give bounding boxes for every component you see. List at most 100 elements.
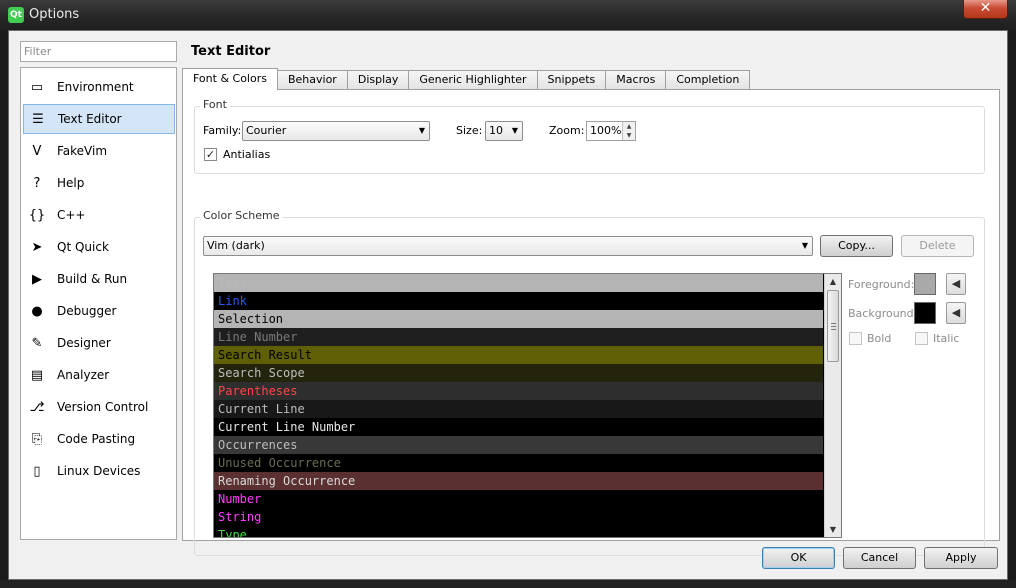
sidebar-item-fakevim[interactable]: V FakeVim (23, 136, 175, 166)
scroll-up-icon[interactable]: ▲ (825, 274, 841, 289)
sidebar-item-label: Linux Devices (57, 464, 141, 478)
sidebar-item-label: Code Pasting (57, 432, 136, 446)
scheme-item[interactable]: Search Result (214, 346, 823, 364)
scheme-item[interactable]: Unused Occurrence (214, 454, 823, 472)
grip-icon (831, 323, 836, 330)
bold-checkbox[interactable] (849, 332, 862, 345)
sidebar-item-debugger[interactable]: ● Debugger (23, 296, 175, 326)
copy-button[interactable]: Copy... (820, 235, 893, 257)
background-label: Background: (848, 307, 918, 320)
scheme-item[interactable]: Current Line Number (214, 418, 823, 436)
options-dialog: Filter ▭ Environment ☰ Text Editor V FakeVim?… (8, 30, 1008, 580)
erase-background-icon[interactable]: ◀ (946, 302, 966, 324)
size-label: Size: (456, 124, 483, 137)
sidebar-item-environment[interactable]: ▭ Environment (23, 72, 175, 102)
sidebar-item-version-control[interactable]: ⎇ Version Control (23, 392, 175, 422)
build-run-icon: ▶ (32, 271, 42, 287)
close-button[interactable]: ✕ (963, 0, 1008, 19)
sidebar-item-analyzer[interactable]: ▤ Analyzer (23, 360, 175, 390)
sidebar-item-text-editor[interactable]: ☰ Text Editor (23, 104, 175, 134)
paper-plane-icon: ➤ (31, 239, 43, 255)
ok-button[interactable]: OK (762, 547, 835, 569)
background-color-swatch[interactable] (914, 302, 936, 324)
scheme-item[interactable]: Renaming Occurrence (214, 472, 823, 490)
version-control-icon: ⎇ (29, 399, 45, 415)
scheme-combo[interactable]: Vim (dark) ▼ (203, 236, 813, 256)
sidebar-item-qt-quick[interactable]: ➤ Qt Quick (23, 232, 175, 262)
cancel-button[interactable]: Cancel (843, 547, 916, 569)
tab-completion[interactable]: Completion (665, 70, 751, 90)
scroll-thumb[interactable] (827, 290, 839, 362)
tab-bar: Font & Colors Behavior Display Generic H… (182, 68, 751, 90)
monitor-icon: ▭ (30, 79, 44, 95)
window-title: Options (29, 7, 80, 22)
scheme-items-list[interactable]: Type String Number Renaming Occurrence Unuse… (213, 273, 842, 538)
scheme-item[interactable]: Selection (214, 310, 823, 328)
title-bar: Qt Options ✕ (0, 0, 1016, 30)
fakevim-icon: V (32, 143, 42, 159)
scheme-item[interactable]: Parentheses (214, 382, 823, 400)
scheme-item[interactable]: Current Line (214, 400, 823, 418)
scheme-item[interactable]: Type (214, 526, 823, 537)
sidebar-item-label: Environment (57, 80, 134, 94)
foreground-color-swatch[interactable] (914, 273, 936, 295)
bold-label: Bold (867, 332, 892, 345)
font-colors-panel: Font Family: Courier ▼ Size: 10 ▼ Zoom: … (182, 89, 1000, 556)
color-scheme-title: Color Scheme (200, 209, 283, 222)
erase-foreground-icon[interactable]: ◀ (946, 273, 966, 295)
tab-snippets[interactable]: Snippets (536, 70, 607, 90)
italic-label: Italic (933, 332, 960, 345)
size-value: 10 (489, 124, 503, 137)
tab-macros[interactable]: Macros (605, 70, 667, 90)
font-group-title: Font (200, 98, 230, 111)
braces-icon: {} (28, 207, 46, 223)
paintbrush-icon: ✎ (31, 335, 43, 351)
chevron-down-icon: ▼ (801, 241, 808, 250)
scheme-item[interactable]: String (214, 508, 823, 526)
sidebar-item-build-run[interactable]: ▶ Build & Run (23, 264, 175, 294)
size-combo[interactable]: 10 ▼ (485, 121, 523, 141)
delete-button[interactable]: Delete (901, 235, 974, 257)
family-combo[interactable]: Courier ▼ (242, 121, 430, 141)
apply-button[interactable]: Apply (924, 547, 998, 569)
scheme-item[interactable]: Number (214, 490, 823, 508)
sidebar-item-label: Version Control (57, 400, 149, 414)
scheme-item[interactable]: Occurrences (214, 436, 823, 454)
zoom-spinbox[interactable]: 100% ▲ ▼ (586, 121, 636, 141)
tab-behavior[interactable]: Behavior (276, 70, 348, 90)
sidebar-item-label: Analyzer (57, 368, 110, 382)
code-paste-icon: ⎘ (31, 431, 43, 447)
sidebar-item-linux-devices[interactable]: ▯ Linux Devices (23, 456, 175, 486)
chevron-down-icon: ▼ (418, 126, 425, 135)
category-list: ▭ Environment ☰ Text Editor V FakeVim? Help {} C… (20, 67, 177, 540)
vertical-scrollbar[interactable]: ▲ ▼ (824, 274, 841, 537)
scroll-down-icon[interactable]: ▼ (825, 522, 841, 537)
qt-logo-icon: Qt (8, 7, 24, 23)
sidebar-item-help[interactable]: ? Help (23, 168, 175, 198)
sidebar-item-label: Help (57, 176, 85, 190)
scheme-item[interactable]: Link (214, 292, 823, 310)
scheme-item[interactable]: Line Number (214, 328, 823, 346)
font-group: Font Family: Courier ▼ Size: 10 ▼ Zoom: … (194, 98, 985, 174)
italic-checkbox[interactable] (915, 332, 928, 345)
family-label: Family: (203, 124, 242, 137)
chevron-down-icon: ▼ (511, 126, 518, 135)
text-document-icon: ☰ (32, 111, 44, 127)
sidebar-item-code-pasting[interactable]: ⎘ Code Pasting (23, 424, 175, 454)
bug-icon: ● (31, 303, 43, 319)
tab-display[interactable]: Display (346, 70, 410, 90)
antialias-checkbox[interactable]: ✓ (204, 148, 217, 161)
tab-font-colors[interactable]: Font & Colors (182, 68, 278, 90)
sidebar-item-label: FakeVim (57, 144, 108, 158)
sidebar-item-c[interactable]: {} C++ (23, 200, 175, 230)
sidebar-item-designer[interactable]: ✎ Designer (23, 328, 175, 358)
scheme-item[interactable]: Search Scope (214, 364, 823, 382)
page-title: Text Editor (191, 44, 271, 59)
scheme-value: Vim (dark) (207, 239, 265, 252)
scheme-item[interactable]: Text (214, 274, 823, 292)
spin-arrows-icon[interactable]: ▲ ▼ (622, 122, 635, 140)
filter-input[interactable]: Filter (20, 41, 177, 62)
tab-generic-highlighter[interactable]: Generic Highlighter (408, 70, 538, 90)
zoom-value: 100% (590, 124, 622, 137)
sidebar-item-label: Text Editor (58, 112, 122, 126)
